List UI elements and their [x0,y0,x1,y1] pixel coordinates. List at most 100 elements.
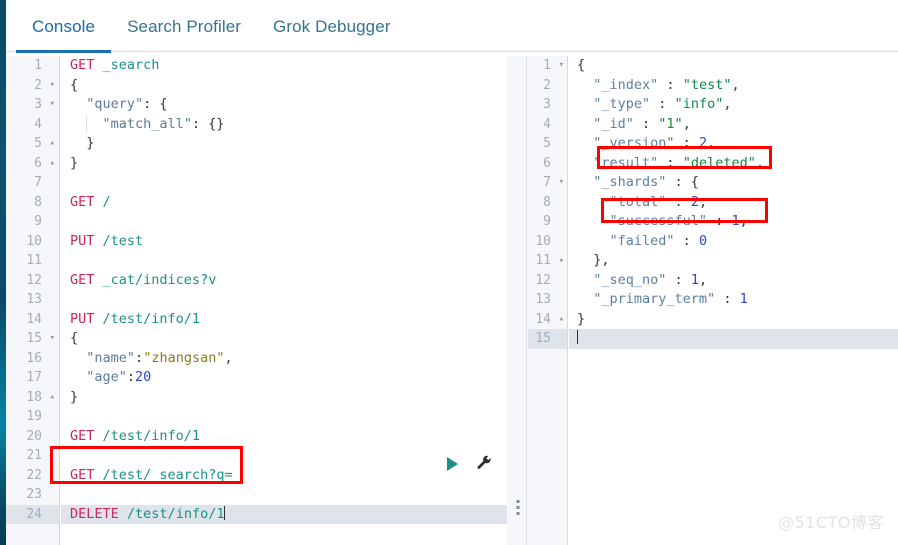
response-gutter[interactable]: 1 ▾ 2 3 4 5 6 7 ▾ 8 9 10 11 ▴ 12 13 14 ▴ 15 [528,56,568,545]
response-pane[interactable]: 1 ▾ 2 3 4 5 6 7 ▾ 8 9 10 11 ▴ 12 13 14 ▴ 15 { "_index" : "… [528,56,898,545]
token-lkey: "age" [86,369,127,385]
code-row[interactable]: } [61,154,507,174]
code-row[interactable]: GET _cat/indices?v [61,271,507,291]
line-number: 4 [543,116,551,132]
code-row[interactable] [61,212,507,232]
line-number: 1 [34,58,42,73]
fold-close-icon[interactable]: ▴ [559,310,564,330]
code-row[interactable]: GET /test/_search?q= [61,466,507,486]
code-row[interactable]: }, [569,251,898,271]
code-row[interactable]: "name":"zhangsan", [61,349,507,369]
code-row[interactable]: "_index" : "test", [569,76,898,96]
fold-open-icon[interactable]: ▾ [50,329,55,349]
line-number: 4 [34,116,42,132]
token-punc [94,428,102,444]
tab-console[interactable]: Console [16,0,112,53]
code-row[interactable]: "_id" : "1", [569,115,898,135]
pane-splitter[interactable] [507,56,528,545]
line-number: 7 [34,175,42,190]
gutter-row: 2 [528,76,567,96]
fold-open-icon[interactable]: ▾ [559,56,564,76]
gutter-row: 3 [528,95,567,115]
gutter-row: 13 [528,290,567,310]
fold-close-icon[interactable]: ▴ [559,251,564,271]
code-row[interactable]: "query": { [61,95,507,115]
token-rpunc [577,174,593,190]
token-punc [94,272,102,288]
code-row[interactable]: "successful" : 1, [569,212,898,232]
token-mth: PUT [70,310,95,327]
code-row[interactable]: "_shards" : { [569,173,898,193]
code-row[interactable]: "_seq_no" : 1, [569,271,898,291]
fold-open-icon[interactable]: ▾ [559,173,564,193]
code-row[interactable] [61,251,507,271]
code-row[interactable] [61,173,507,193]
request-pane[interactable]: 1 2 ▾ 3 ▾ 4 5 ▴ 6 ▴ 7 8 9 10 11 12 13 14 15 ▾ 16 17 18 ▴ 19 20 21 2… [6,56,507,545]
run-request-button[interactable] [447,456,458,471]
gutter-row: 6 [528,154,567,174]
tab-list: Console Search Profiler Grok Debugger [16,0,407,53]
code-row[interactable]: { [61,76,507,96]
code-row[interactable]: "match_all": {} [61,115,507,135]
fold-open-icon[interactable]: ▾ [50,95,55,115]
request-gutter[interactable]: 1 2 ▾ 3 ▾ 4 5 ▴ 6 ▴ 7 8 9 10 11 12 13 14 15 ▾ 16 17 18 ▴ 19 20 21 2… [6,56,60,545]
token-mth: GET [70,193,95,210]
tab-search-profiler[interactable]: Search Profiler [111,0,257,53]
code-text: PUT /test [61,233,143,249]
line-number: 20 [26,428,42,444]
code-row[interactable]: PUT /test [61,232,507,252]
token-punc: : {} [191,115,225,132]
code-row[interactable]: "_version" : 2, [569,134,898,154]
code-text: } [61,135,94,151]
code-row[interactable]: "result" : "deleted", [569,154,898,174]
gutter-row: 15 ▾ [6,329,59,349]
code-row[interactable]: { [569,56,898,76]
fold-open-icon[interactable]: ▾ [50,76,55,96]
code-row[interactable]: { [61,329,507,349]
code-row[interactable] [61,485,507,505]
code-row[interactable]: DELETE /test/info/1 [61,504,507,524]
code-row[interactable]: GET _search [61,56,507,76]
code-row[interactable]: } [61,388,507,408]
code-row[interactable]: PUT /test/info/1 [61,310,507,330]
code-text: "result" : "deleted", [569,155,764,171]
code-row[interactable]: "failed" : 0 [569,232,898,252]
tab-grok-debugger[interactable]: Grok Debugger [257,0,407,53]
code-row[interactable]: "total" : 2, [569,193,898,213]
code-row[interactable] [61,446,507,466]
gutter-row: 21 [6,446,59,466]
token-rkey: "total" [609,193,667,210]
code-text: "query": { [61,96,167,112]
line-number: 21 [26,448,42,463]
request-code-area[interactable]: GET _search{ "query": { "match_all": {} … [61,56,507,545]
gutter-row: 11 ▴ [528,251,567,271]
code-row[interactable]: GET /test/info/1 [61,427,507,447]
line-number: 5 [543,136,551,151]
code-row[interactable] [61,407,507,427]
gutter-row: 14 [6,310,59,330]
code-row[interactable] [569,329,898,349]
code-row[interactable]: "age":20 [61,368,507,388]
gutter-row: 22 [6,466,59,486]
response-code-area[interactable]: { "_index" : "test", "_type" : "info", "… [569,56,898,545]
code-row[interactable] [61,290,507,310]
code-text: "_id" : "1", [569,116,691,132]
fold-close-icon[interactable]: ▴ [50,388,55,408]
wrench-icon[interactable] [476,455,493,472]
app-left-rail [0,0,6,545]
gutter-row: 6 ▴ [6,154,59,174]
token-rnum: 2 [690,193,699,210]
code-row[interactable]: } [61,134,507,154]
token-rpunc: : [666,271,691,288]
code-row[interactable]: GET / [61,193,507,213]
token-rkey: "_primary_term" [593,291,716,307]
fold-close-icon[interactable]: ▴ [50,134,55,154]
token-rkey: "_id" [593,115,634,132]
code-row[interactable]: } [569,310,898,330]
code-row[interactable]: "_primary_term" : 1 [569,290,898,310]
fold-close-icon[interactable]: ▴ [50,154,55,174]
token-rpunc [577,291,593,307]
code-row[interactable]: "_type" : "info", [569,95,898,115]
splitter-drag-handle[interactable] [516,500,519,515]
